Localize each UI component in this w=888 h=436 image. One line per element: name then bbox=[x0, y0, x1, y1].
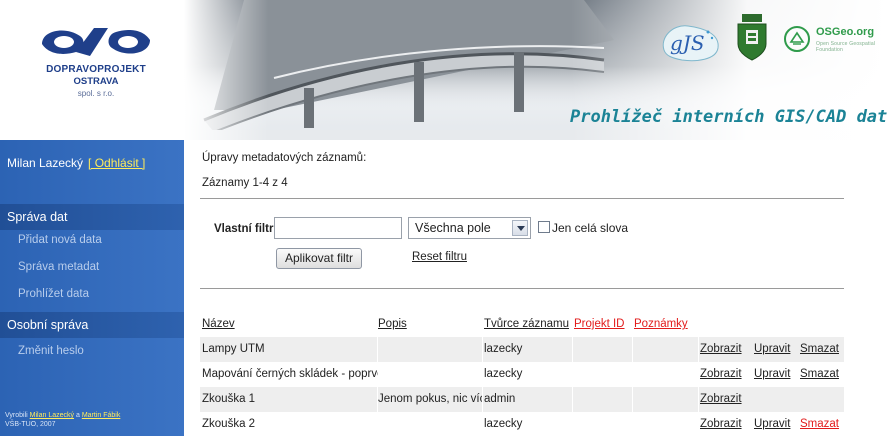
sidebar-item-browse-data[interactable]: Prohlížet data bbox=[18, 288, 89, 300]
record-name: Zkouška 1 bbox=[202, 393, 256, 405]
whole-words-label[interactable]: Jen celá slova bbox=[552, 221, 628, 235]
record-project-id bbox=[574, 387, 634, 412]
divider bbox=[200, 198, 844, 199]
logout-link[interactable]: [ Odhlásit ] bbox=[88, 156, 145, 170]
user-info: Milan Lazecký [ Odhlásit ] bbox=[7, 156, 145, 170]
show-record-link[interactable]: Zobrazit bbox=[700, 362, 752, 387]
logo-company-city: OSTRAVA bbox=[73, 76, 119, 87]
credits-author-link[interactable]: Martin Fábik bbox=[82, 412, 121, 419]
reset-filter-link[interactable]: Reset filtru bbox=[412, 251, 467, 263]
credits-and: a bbox=[75, 412, 80, 419]
svg-text:gJS: gJS bbox=[670, 31, 705, 55]
dopravoprojekt-logo-mark bbox=[42, 28, 150, 56]
apply-filter-button[interactable]: Aplikovat filtr bbox=[276, 248, 362, 269]
delete-record-link[interactable]: Smazat bbox=[800, 412, 844, 436]
show-record-link[interactable]: Zobrazit bbox=[700, 412, 752, 436]
record-notes bbox=[634, 412, 698, 436]
record-project-id bbox=[574, 412, 634, 436]
sidebar-item-metadata[interactable]: Správa metadat bbox=[18, 261, 99, 273]
show-record-link[interactable]: Zobrazit bbox=[700, 337, 752, 362]
credits: Vyrobili Milan Lazecký a Martin Fábik VŠ… bbox=[5, 411, 120, 429]
record-name: Lampy UTM bbox=[202, 343, 265, 355]
record-project-id bbox=[574, 337, 634, 362]
record-description bbox=[378, 362, 482, 387]
delete-record-link[interactable] bbox=[800, 387, 844, 412]
header-banner: gJS OSGeo.org Open Source Geospatial Fou… bbox=[184, 0, 888, 140]
record-description: Jenom pokus, nic víc bbox=[378, 393, 482, 405]
record-author: admin bbox=[484, 393, 516, 405]
record-author: lazecky bbox=[484, 368, 523, 380]
record-name: Zkouška 2 bbox=[202, 418, 256, 430]
record-author: lazecky bbox=[484, 418, 523, 430]
whole-words-checkbox[interactable] bbox=[538, 221, 550, 233]
delete-record-link[interactable]: Smazat bbox=[800, 362, 844, 387]
dopravoprojekt-logo[interactable]: DOPRAVOPROJEKT OSTRAVA spol. s r.o. bbox=[8, 8, 184, 128]
table-row: Lampy UTM lazecky Zobrazit Upravit Smaza… bbox=[200, 337, 844, 362]
filter-field-select-value: Všechna pole bbox=[415, 221, 491, 235]
record-description bbox=[378, 412, 482, 436]
sidebar-item-add-data[interactable]: Přidat nová data bbox=[18, 234, 102, 246]
record-notes bbox=[634, 337, 698, 362]
record-notes bbox=[634, 387, 698, 412]
page-title: Prohlížeč interních GIS/CAD dat bbox=[570, 107, 888, 127]
edit-record-link[interactable]: Upravit bbox=[754, 412, 800, 436]
table-header-row: Název Popis Tvůrce záznamu Projekt ID Po… bbox=[200, 312, 844, 337]
edit-record-link[interactable]: Upravit bbox=[754, 362, 800, 387]
edit-record-link[interactable]: Upravit bbox=[754, 337, 800, 362]
show-record-link[interactable]: Zobrazit bbox=[700, 387, 752, 412]
credits-prefix: Vyrobili bbox=[5, 412, 28, 419]
column-header-author[interactable]: Tvůrce záznamu bbox=[484, 312, 574, 337]
column-header-name[interactable]: Název bbox=[202, 312, 378, 337]
credits-organization: VŠB-TUO, 2007 bbox=[5, 421, 56, 428]
record-project-id bbox=[574, 362, 634, 387]
table-row: Zkouška 1 Jenom pokus, nic víc admin Zob… bbox=[200, 387, 844, 412]
record-author: lazecky bbox=[484, 343, 523, 355]
record-description bbox=[378, 337, 482, 362]
logo-company-name: DOPRAVOPROJEKT bbox=[46, 64, 146, 75]
sidebar-section-personal: Osobní správa bbox=[0, 312, 184, 338]
column-header-project-id[interactable]: Projekt ID bbox=[574, 312, 634, 337]
credits-authors: Vyrobili Milan Lazecký a Martin Fábik bbox=[5, 411, 120, 420]
sidebar-item-change-password[interactable]: Změnit heslo bbox=[18, 345, 84, 357]
osgeo-subtitle: Open Source Geospatial Foundation bbox=[816, 41, 876, 53]
gis-logo-icon[interactable]: gJS bbox=[660, 20, 724, 64]
table-row: Zkouška 2 lazecky Zobrazit Upravit Smaza… bbox=[200, 412, 844, 436]
filter-label: Vlastní filtr bbox=[214, 223, 274, 235]
main-content: Úpravy metadatových záznamů: Záznamy 1-4… bbox=[184, 140, 888, 436]
university-crest-icon[interactable] bbox=[732, 14, 772, 62]
osgeo-link[interactable]: OSGeo.org bbox=[816, 26, 874, 38]
delete-record-link[interactable]: Smazat bbox=[800, 337, 844, 362]
chevron-down-icon[interactable] bbox=[512, 220, 528, 236]
record-name: Mapování černých skládek - poprvé bbox=[202, 368, 378, 380]
osgeo-logo-icon[interactable] bbox=[782, 24, 812, 54]
logo-company-form: spol. s r.o. bbox=[77, 89, 115, 98]
filter-input[interactable] bbox=[274, 217, 402, 239]
edit-record-link[interactable] bbox=[754, 387, 800, 412]
sidebar-section-data: Správa dat bbox=[0, 204, 184, 230]
section-title: Úpravy metadatových záznamů: bbox=[202, 152, 367, 164]
column-header-notes[interactable]: Poznámky bbox=[634, 312, 698, 337]
record-notes bbox=[634, 362, 698, 387]
table-row: Mapování černých skládek - poprvé lazeck… bbox=[200, 362, 844, 387]
divider bbox=[200, 288, 844, 289]
credits-author-link[interactable]: Milan Lazecký bbox=[30, 412, 74, 419]
column-header-description[interactable]: Popis bbox=[378, 312, 482, 337]
filter-field-select[interactable]: Všechna pole bbox=[408, 217, 531, 239]
page-header: DOPRAVOPROJEKT OSTRAVA spol. s r.o. gJS … bbox=[0, 0, 888, 140]
record-count: Záznamy 1-4 z 4 bbox=[202, 177, 288, 189]
sidebar: Milan Lazecký [ Odhlásit ] Správa dat Při… bbox=[0, 140, 184, 436]
user-name: Milan Lazecký bbox=[7, 156, 84, 170]
